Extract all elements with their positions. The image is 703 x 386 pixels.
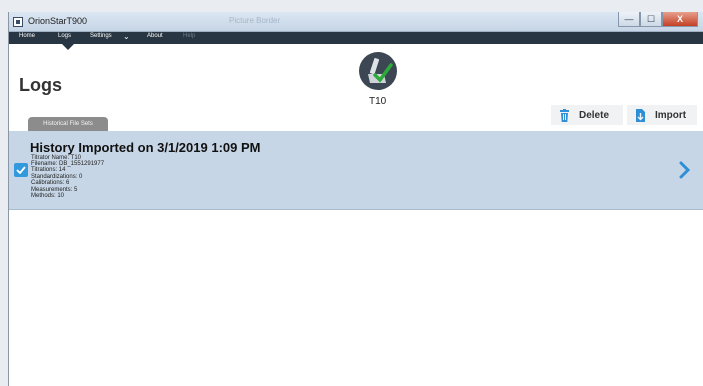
minimize-button[interactable]: —	[618, 12, 640, 27]
delete-button-label: Delete	[579, 109, 610, 121]
history-entry-title: History Imported on 3/1/2019 1:09 PM	[30, 140, 261, 155]
app-icon	[13, 17, 23, 27]
menu-item-help[interactable]: Help	[183, 33, 195, 39]
title-bar[interactable]: OrionStarT900 Picture Border — ☐ X	[9, 12, 703, 32]
device-name: T10	[369, 96, 387, 107]
row-checkbox[interactable]	[14, 163, 28, 177]
active-menu-pointer	[62, 44, 74, 50]
menu-item-settings[interactable]: Settings	[90, 33, 112, 39]
detail-methods: Methods: 10	[31, 193, 65, 199]
import-icon	[633, 108, 647, 122]
history-list-item[interactable]: History Imported on 3/1/2019 1:09 PM Tit…	[9, 131, 703, 210]
chevron-right-icon[interactable]	[679, 161, 691, 184]
checkmark-icon	[16, 166, 26, 174]
window-title-ghost: Picture Border	[229, 16, 281, 25]
maximize-button[interactable]: ☐	[640, 12, 662, 27]
window-title: OrionStarT900	[28, 16, 88, 26]
import-button[interactable]: Import	[627, 105, 697, 125]
window-controls: — ☐ X	[618, 12, 698, 27]
menu-bar: Home Logs Settings ⌄ About Help	[9, 32, 703, 44]
menu-item-home[interactable]: Home	[19, 33, 35, 39]
trash-icon	[557, 108, 571, 122]
import-button-label: Import	[655, 109, 687, 121]
menu-item-logs[interactable]: Logs	[58, 33, 71, 39]
tab-historical-file-sets[interactable]: Historical File Sets	[28, 117, 108, 131]
menu-item-about[interactable]: About	[147, 33, 163, 39]
titrator-status-icon[interactable]	[359, 52, 397, 90]
detail-titrations: Titrations: 14	[31, 167, 66, 173]
chevron-down-icon[interactable]: ⌄	[123, 32, 130, 41]
app-window: OrionStarT900 Picture Border — ☐ X Home …	[8, 12, 703, 386]
page-title: Logs	[19, 75, 62, 95]
detail-calibrations: Calibrations: 6	[31, 180, 70, 186]
close-button[interactable]: X	[662, 12, 698, 27]
delete-button[interactable]: Delete	[551, 105, 623, 125]
